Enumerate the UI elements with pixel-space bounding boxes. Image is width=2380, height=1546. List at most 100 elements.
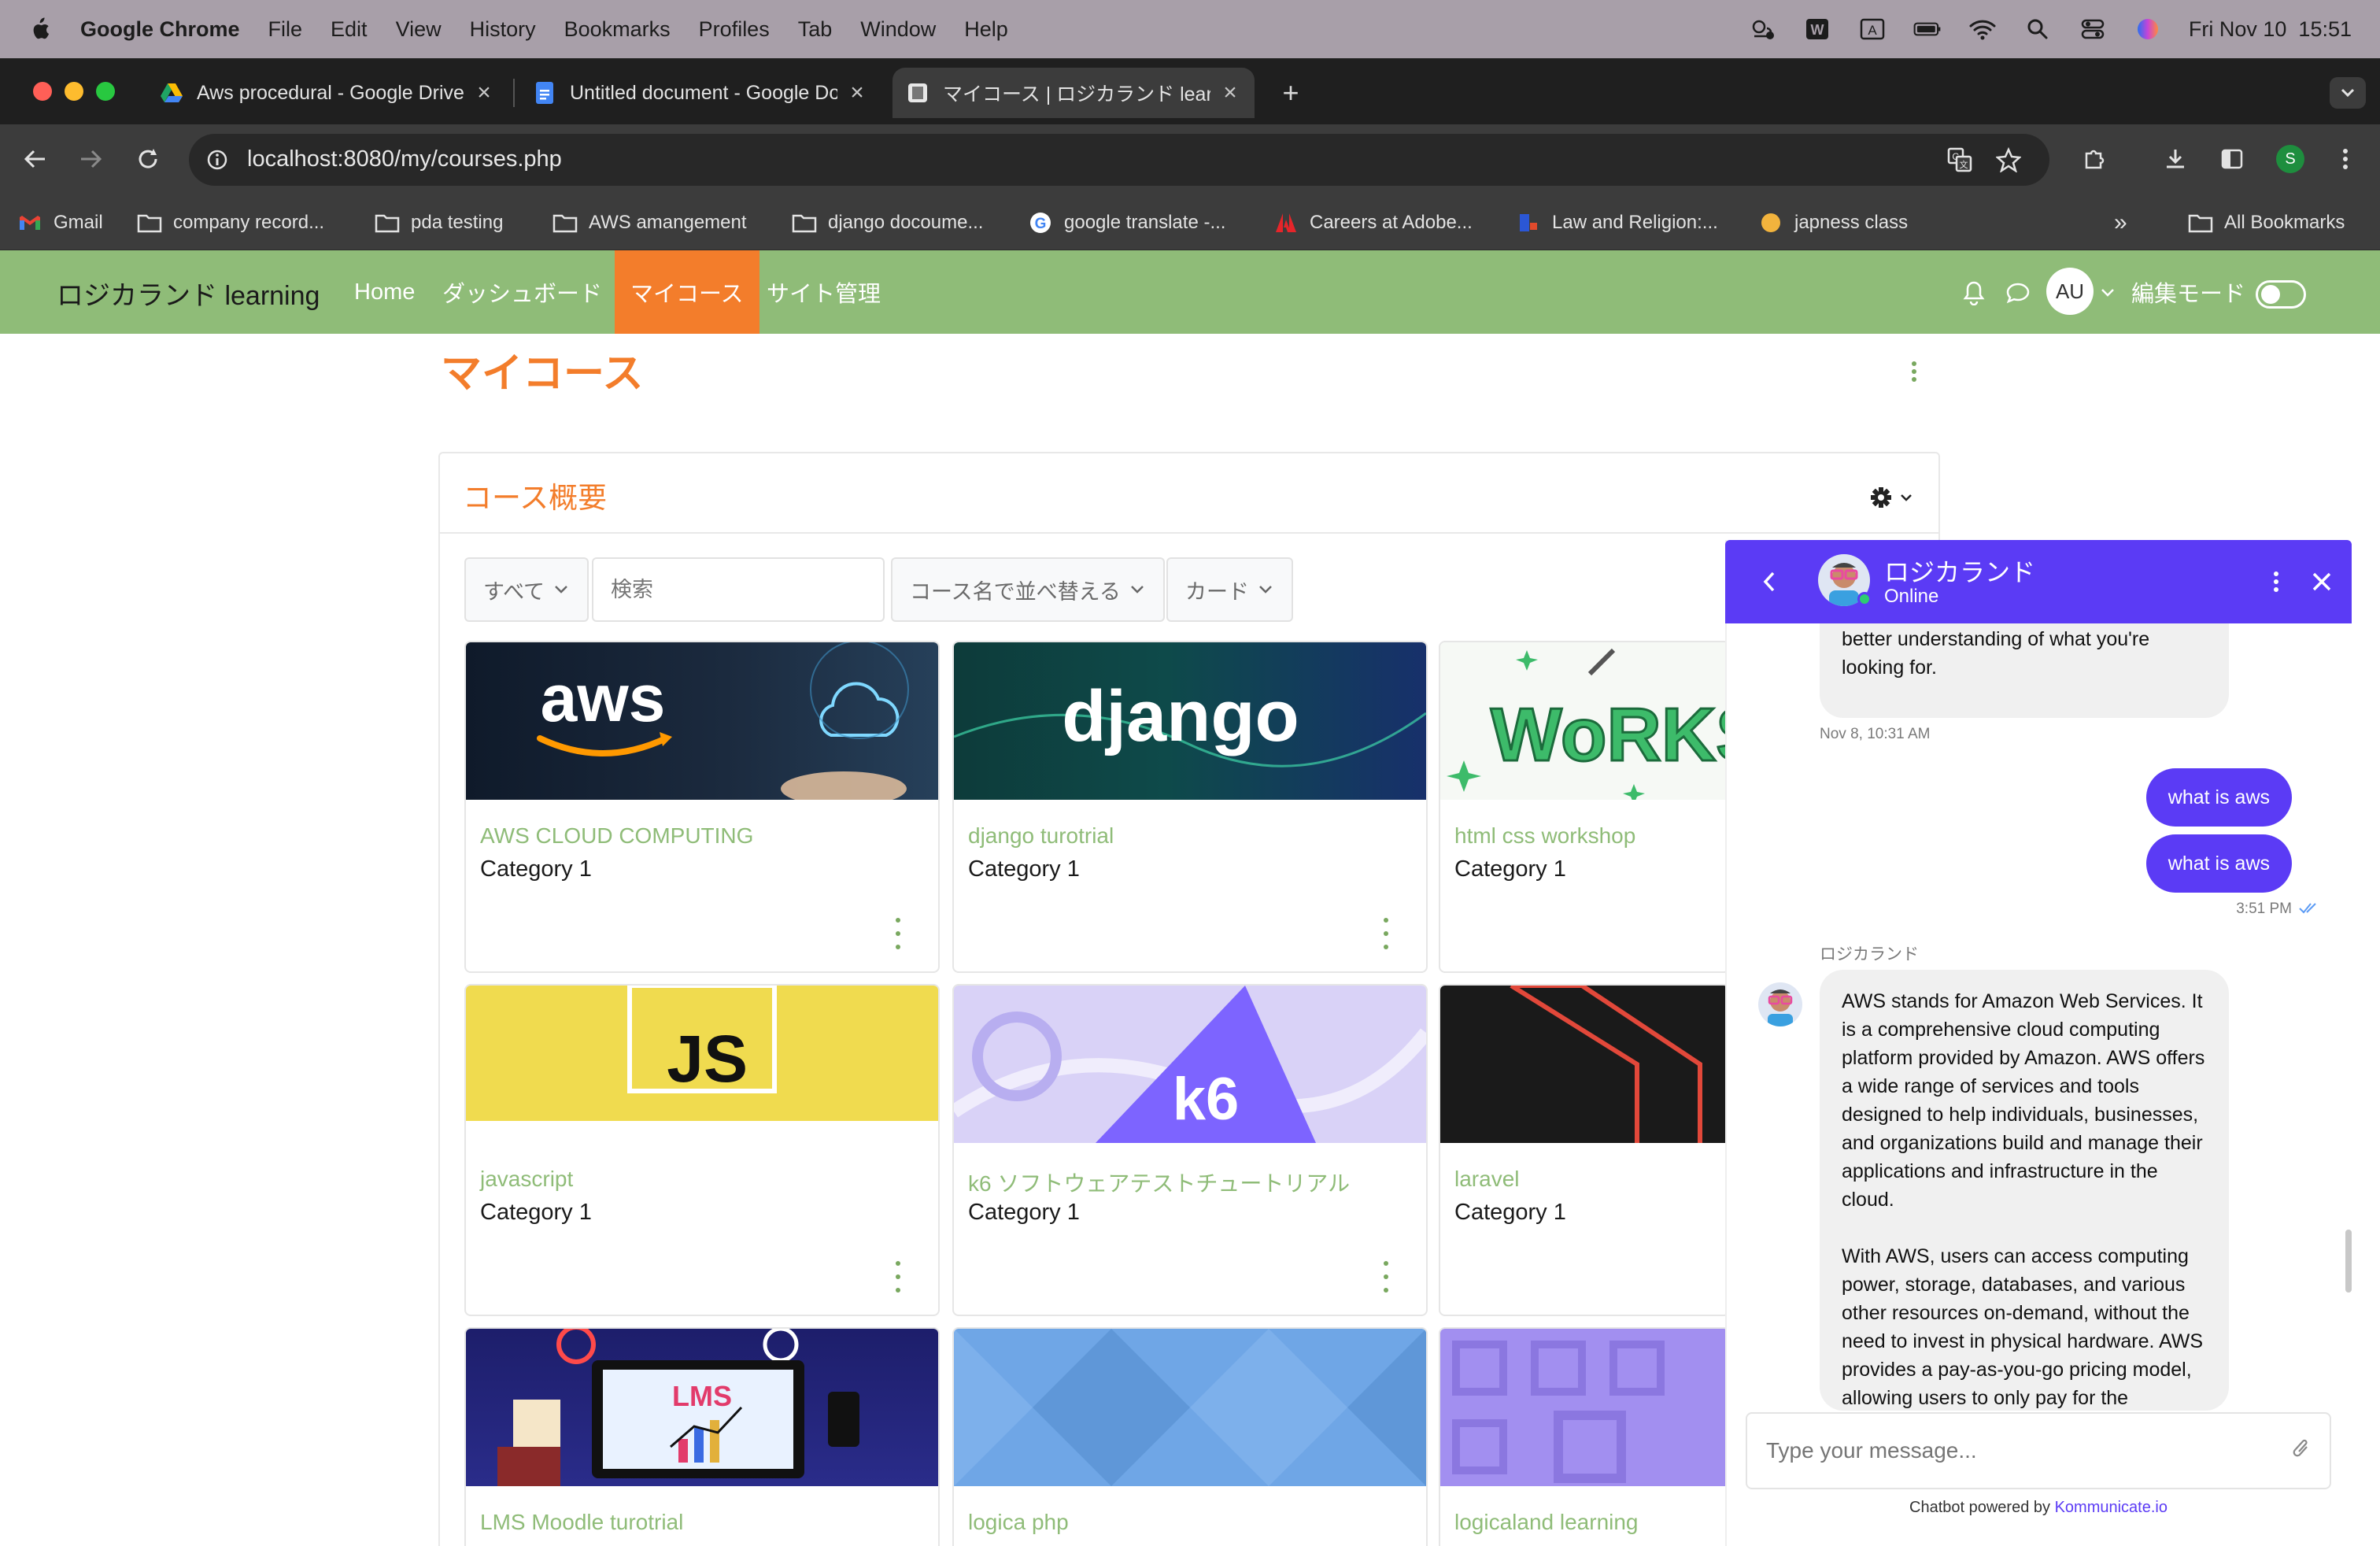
user-avatar[interactable]: AU	[2046, 268, 2094, 315]
course-image-pattern-blue[interactable]	[954, 1329, 1426, 1486]
bookmark-django-docs[interactable]: django docoume...	[792, 203, 983, 242]
notifications-bell-icon[interactable]	[1958, 277, 1990, 309]
course-name-link[interactable]: LMS Moodle turotrial	[480, 1510, 683, 1535]
course-image-pattern-purple[interactable]	[1440, 1329, 1728, 1486]
browser-tab-drive[interactable]: Aws procedural - Google Drive ×	[146, 68, 508, 118]
course-kebab-icon[interactable]	[894, 918, 902, 949]
nav-site-admin[interactable]: サイト管理	[751, 250, 896, 334]
menu-history[interactable]: History	[470, 17, 536, 42]
course-image-javascript[interactable]: JS	[466, 986, 938, 1121]
chat-message-input[interactable]	[1746, 1412, 2331, 1489]
course-card[interactable]: laravel Category 1	[1439, 984, 1730, 1316]
bookmark-star-icon[interactable]	[1993, 144, 2024, 176]
apple-menu-icon[interactable]	[28, 17, 50, 42]
menubar-clock[interactable]: Fri Nov 10 15:51	[2189, 17, 2352, 42]
input-source-icon[interactable]: A	[1858, 17, 1887, 41]
course-card[interactable]: k6 k6 ソフトウェアテストチュートリアル Category 1	[952, 984, 1428, 1316]
wifi-icon[interactable]	[1968, 17, 1997, 41]
browser-tab-active[interactable]: マイコース | ロジカランド learning ×	[893, 68, 1255, 118]
bookmark-gmail[interactable]: Gmail	[17, 203, 103, 242]
extensions-icon[interactable]	[2078, 143, 2109, 175]
course-name-link[interactable]: laravel	[1454, 1167, 1519, 1192]
bookmarks-overflow-icon[interactable]: »	[2114, 203, 2127, 242]
menu-edit[interactable]: Edit	[331, 17, 368, 42]
nav-my-courses[interactable]: マイコース	[615, 250, 759, 334]
course-name-link[interactable]: logica php	[968, 1510, 1069, 1535]
chat-options-kebab-icon[interactable]	[2260, 566, 2292, 597]
window-zoom-button[interactable]	[96, 82, 115, 101]
course-kebab-icon[interactable]	[894, 1261, 902, 1293]
tab-close-icon[interactable]: ×	[1220, 81, 1240, 105]
attachment-paperclip-icon[interactable]	[2286, 1434, 2317, 1466]
course-image-lms[interactable]: LMS	[466, 1329, 938, 1486]
back-icon[interactable]	[19, 143, 50, 175]
address-bar[interactable]: localhost:8080/my/courses.php G文	[189, 134, 2049, 186]
block-settings-gear-icon[interactable]	[1865, 482, 1920, 513]
course-name-link[interactable]: k6 ソフトウェアテストチュートリアル	[968, 1167, 1350, 1198]
course-image-aws[interactable]: aws	[466, 642, 938, 800]
bookmark-careers-adobe[interactable]: Careers at Adobe...	[1273, 203, 1473, 242]
url-text[interactable]: localhost:8080/my/courses.php	[247, 146, 562, 172]
course-image-django[interactable]: django	[954, 642, 1426, 800]
course-image-k6[interactable]: k6	[954, 986, 1426, 1143]
siri-icon[interactable]	[2134, 17, 2162, 41]
view-dropdown[interactable]: カード	[1166, 557, 1293, 622]
forward-icon[interactable]	[76, 143, 107, 175]
kommunicate-link[interactable]: Kommunicate.io	[2055, 1499, 2168, 1516]
course-card[interactable]: logicaland learning	[1439, 1327, 1730, 1546]
bookmark-law-religion[interactable]: Law and Religion:...	[1516, 203, 1718, 242]
menu-bookmarks[interactable]: Bookmarks	[564, 17, 671, 42]
course-name-link[interactable]: logicaland learning	[1454, 1510, 1639, 1535]
course-search-input[interactable]	[592, 557, 885, 622]
bookmark-company-record[interactable]: company record...	[137, 203, 324, 242]
course-card[interactable]: logica php	[952, 1327, 1428, 1546]
page-actions-kebab-icon[interactable]	[1898, 356, 1930, 387]
menu-view[interactable]: View	[396, 17, 442, 42]
window-minimize-button[interactable]	[65, 82, 83, 101]
window-close-button[interactable]	[33, 82, 52, 101]
word-icon[interactable]: W	[1803, 17, 1831, 41]
active-app-name[interactable]: Google Chrome	[80, 17, 240, 42]
downloads-icon[interactable]	[2160, 143, 2191, 175]
site-info-icon[interactable]	[201, 144, 233, 176]
course-name-link[interactable]: javascript	[480, 1167, 573, 1192]
course-name-link[interactable]: django turotrial	[968, 823, 1114, 849]
reload-icon[interactable]	[132, 143, 164, 175]
bookmark-japness-class[interactable]: japness class	[1758, 203, 1908, 242]
course-name-link[interactable]: html css workshop	[1454, 823, 1635, 849]
site-brand[interactable]: ロジカランド learning	[57, 274, 320, 313]
new-tab-icon[interactable]: +	[1275, 76, 1306, 109]
course-image-laravel[interactable]	[1440, 986, 1728, 1143]
side-panel-icon[interactable]	[2216, 143, 2248, 175]
all-bookmarks-button[interactable]: All Bookmarks	[2188, 203, 2345, 242]
tab-close-icon[interactable]: ×	[474, 81, 494, 105]
course-kebab-icon[interactable]	[1382, 1261, 1390, 1293]
course-image-workshop[interactable]: WoRKS	[1440, 642, 1728, 800]
menu-file[interactable]: File	[268, 17, 303, 42]
course-card[interactable]: LMS LMS Moodle turotrial	[464, 1327, 940, 1546]
user-menu-chevron-icon[interactable]	[2098, 277, 2117, 309]
weather-icon[interactable]	[1748, 17, 1776, 41]
nav-dashboard[interactable]: ダッシュボード	[427, 250, 618, 334]
bookmark-aws-amangement[interactable]: AWS amangement	[552, 203, 747, 242]
grouping-dropdown[interactable]: すべて	[464, 557, 589, 622]
battery-icon[interactable]	[1913, 17, 1942, 41]
chat-scrollbar-thumb[interactable]	[2345, 1230, 2352, 1293]
menu-profiles[interactable]: Profiles	[699, 17, 770, 42]
chrome-menu-icon[interactable]	[2330, 143, 2361, 175]
course-card[interactable]: django django turotrial Category 1	[952, 641, 1428, 973]
tab-search-icon[interactable]	[2330, 77, 2366, 109]
course-card[interactable]: WoRKS html css workshop Category 1	[1439, 641, 1730, 973]
course-card[interactable]: JS javascript Category 1	[464, 984, 940, 1316]
translate-icon[interactable]: G文	[1944, 144, 1975, 176]
sort-dropdown[interactable]: コース名で並べ替える	[891, 557, 1165, 622]
chat-close-icon[interactable]	[2306, 566, 2338, 597]
browser-tab-docs[interactable]: Untitled document - Google Docs ×	[519, 68, 881, 118]
edit-mode-toggle[interactable]	[2256, 280, 2306, 309]
course-card[interactable]: aws AWS CLOUD COMPUTING Category 1	[464, 641, 940, 973]
menu-window[interactable]: Window	[860, 17, 936, 42]
spotlight-search-icon[interactable]	[2023, 17, 2052, 41]
profile-avatar[interactable]: S	[2276, 145, 2304, 173]
control-center-icon[interactable]	[2079, 17, 2107, 41]
menu-help[interactable]: Help	[964, 17, 1008, 42]
